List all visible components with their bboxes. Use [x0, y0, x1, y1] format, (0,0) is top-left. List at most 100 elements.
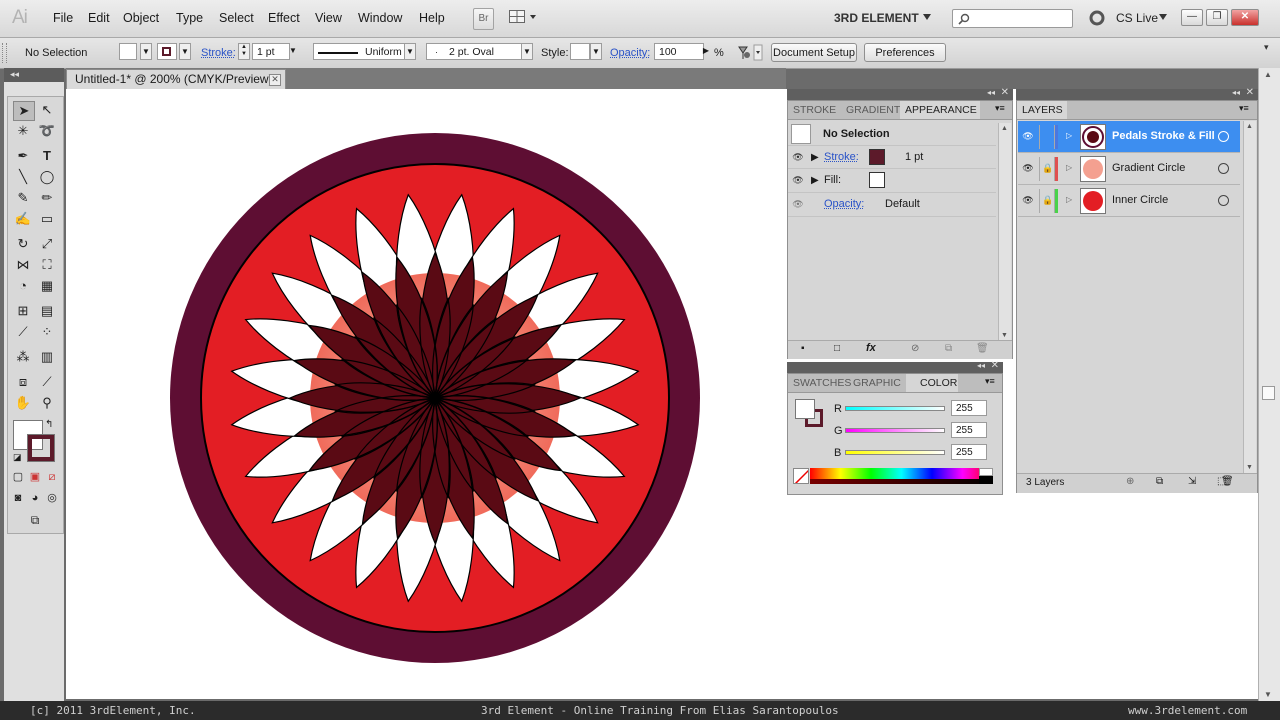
disclosure-triangle-icon[interactable]: ▷	[1066, 163, 1072, 172]
menu-help[interactable]: Help	[419, 11, 445, 25]
stroke-weight-stepper[interactable]: ▲ ▼	[238, 43, 250, 60]
visibility-eye-icon[interactable]: 👁	[792, 200, 804, 209]
panel-menu-icon[interactable]: ▾≡	[985, 376, 995, 387]
blue-slider[interactable]	[845, 450, 945, 455]
restore-window-button[interactable]: ❐	[1206, 9, 1228, 26]
isolate-options-icon[interactable]	[735, 44, 763, 65]
blue-value-field[interactable]: 255	[951, 444, 987, 460]
disclosure-triangle-icon[interactable]: ▶	[811, 152, 819, 163]
preferences-button[interactable]: Preferences	[864, 43, 946, 62]
none-mode-icon[interactable]: ⧄	[44, 468, 60, 486]
appearance-panel-header[interactable]: ◂◂ ✕	[787, 87, 1013, 100]
menu-type[interactable]: Type	[176, 11, 203, 25]
menu-file[interactable]: File	[53, 11, 73, 25]
disclosure-triangle-icon[interactable]: ▷	[1066, 131, 1072, 140]
tab-color[interactable]: COLOR	[906, 374, 958, 392]
layer-row[interactable]: 👁 ▷ Pedals Stroke & Fill	[1018, 121, 1240, 153]
mesh-tool-icon[interactable]: ⊞	[13, 302, 33, 320]
tab-graphic-styles[interactable]: GRAPHIC S	[848, 374, 906, 392]
target-circle-icon[interactable]	[1218, 131, 1229, 142]
magic-wand-tool-icon[interactable]: ✳	[13, 122, 33, 140]
tools-panel-header[interactable]: ◂◂	[4, 68, 64, 82]
layers-scrollbar[interactable]: ▲ ▼	[1243, 121, 1256, 473]
color-mode-icon[interactable]: ▢	[10, 468, 26, 486]
brush-definition[interactable]: · 2 pt. Oval	[426, 43, 522, 60]
ellipse-tool-icon[interactable]: ◯	[37, 168, 57, 186]
hand-tool-icon[interactable]: ✋	[13, 394, 33, 412]
direct-selection-tool-icon[interactable]: ↖	[37, 101, 57, 119]
lasso-tool-icon[interactable]: ➰	[37, 122, 57, 140]
menu-edit[interactable]: Edit	[88, 11, 110, 25]
fill-swatch[interactable]	[119, 43, 137, 60]
style-dropdown[interactable]: ▼	[590, 43, 602, 60]
menu-object[interactable]: Object	[123, 11, 159, 25]
blob-brush-tool-icon[interactable]: ✍	[13, 210, 33, 228]
lock-toggle[interactable]: 🔒	[1039, 157, 1055, 181]
zoom-tool-icon[interactable]: ⚲	[37, 394, 57, 412]
pen-tool-icon[interactable]: ✒	[13, 147, 33, 165]
screen-mode-icon[interactable]: ⧉	[25, 511, 45, 529]
stroke-color-box[interactable]	[27, 434, 55, 462]
visibility-eye-icon[interactable]: 👁	[1022, 196, 1034, 205]
stroke-color-swatch[interactable]	[869, 149, 885, 165]
color-panel-header[interactable]: ◂◂ ✕	[787, 360, 1003, 373]
fill-dropdown[interactable]: ▼	[140, 43, 152, 60]
stroke-label[interactable]: Stroke:	[824, 151, 859, 163]
menu-window[interactable]: Window	[358, 11, 402, 25]
layer-name[interactable]: Pedals Stroke & Fill	[1112, 130, 1215, 142]
canvas-vertical-scrollbar[interactable]: ▲ ▼	[1258, 68, 1280, 701]
panel-menu-icon[interactable]: ▾≡	[1239, 103, 1249, 114]
chevron-down-icon[interactable]	[1158, 12, 1168, 24]
opacity-slider-toggle[interactable]: ▶	[700, 43, 712, 60]
default-fill-stroke-icon[interactable]: ◪	[13, 452, 22, 463]
delete-item-icon[interactable]: 🗑	[976, 343, 989, 354]
type-tool-icon[interactable]: T	[37, 147, 57, 165]
fill-color-proxy[interactable]	[795, 399, 815, 419]
visibility-eye-icon[interactable]: 👁	[1022, 132, 1034, 141]
minimize-window-button[interactable]: —	[1181, 9, 1203, 26]
panel-menu-icon[interactable]: ▾≡	[995, 103, 1005, 114]
symbol-sprayer-tool-icon[interactable]: ⁂	[13, 348, 33, 366]
lock-toggle[interactable]: 🔒	[1039, 189, 1055, 213]
green-value-field[interactable]: 255	[951, 422, 987, 438]
stroke-panel-link[interactable]: Stroke:	[201, 47, 236, 59]
visibility-eye-icon[interactable]: 👁	[792, 176, 804, 185]
bridge-button[interactable]: Br	[473, 8, 494, 30]
tab-gradient[interactable]: GRADIENT	[841, 101, 900, 119]
menu-select[interactable]: Select	[219, 11, 254, 25]
eyedropper-tool-icon[interactable]: ⟋	[13, 323, 33, 341]
red-slider[interactable]	[845, 406, 945, 411]
workspace-switcher[interactable]: 3RD ELEMENT	[834, 11, 919, 25]
mandala-artwork[interactable]	[66, 89, 786, 699]
scroll-thumb[interactable]	[1262, 386, 1275, 400]
line-tool-icon[interactable]: ╲	[13, 168, 33, 186]
stroke-weight-field[interactable]: 1 pt	[252, 43, 290, 60]
duplicate-item-icon[interactable]: ⧉	[945, 343, 952, 354]
blend-tool-icon[interactable]: ⁘	[37, 323, 57, 341]
layers-panel-header[interactable]: ◂◂ ✕	[1016, 87, 1258, 100]
slice-tool-icon[interactable]: ⟋	[37, 373, 57, 391]
free-transform-tool-icon[interactable]: ⛶	[37, 256, 57, 274]
swap-fill-stroke-icon[interactable]: ↰	[45, 419, 53, 430]
disclosure-triangle-icon[interactable]: ▶	[811, 175, 819, 186]
layer-row[interactable]: 👁 🔒 ▷ Gradient Circle	[1018, 153, 1240, 185]
tab-layers[interactable]: LAYERS	[1017, 101, 1067, 119]
close-tab-icon[interactable]: ✕	[269, 74, 281, 86]
none-swatch[interactable]	[793, 468, 809, 484]
delete-layer-icon[interactable]: 🗑	[1221, 476, 1234, 487]
arrange-documents-icon[interactable]	[509, 10, 536, 25]
stroke-swatch[interactable]	[157, 43, 177, 60]
profile-dropdown[interactable]: ▼	[404, 43, 416, 60]
appearance-scrollbar[interactable]: ▲ ▼	[998, 123, 1011, 341]
menu-view[interactable]: View	[315, 11, 342, 25]
column-graph-tool-icon[interactable]: ▥	[37, 348, 57, 366]
new-sublayer-icon[interactable]: ⇲	[1188, 476, 1196, 487]
layer-name[interactable]: Inner Circle	[1112, 194, 1168, 206]
clear-appearance-icon[interactable]: ⊘	[911, 343, 919, 354]
visibility-eye-icon[interactable]: 👁	[792, 153, 804, 162]
layer-row[interactable]: 👁 🔒 ▷ Inner Circle	[1018, 185, 1240, 217]
shape-builder-tool-icon[interactable]: ◔	[13, 277, 33, 295]
lock-toggle[interactable]	[1039, 125, 1055, 149]
stroke-weight-dropdown[interactable]: ▼	[287, 43, 299, 60]
opacity-label[interactable]: Opacity:	[824, 198, 864, 210]
